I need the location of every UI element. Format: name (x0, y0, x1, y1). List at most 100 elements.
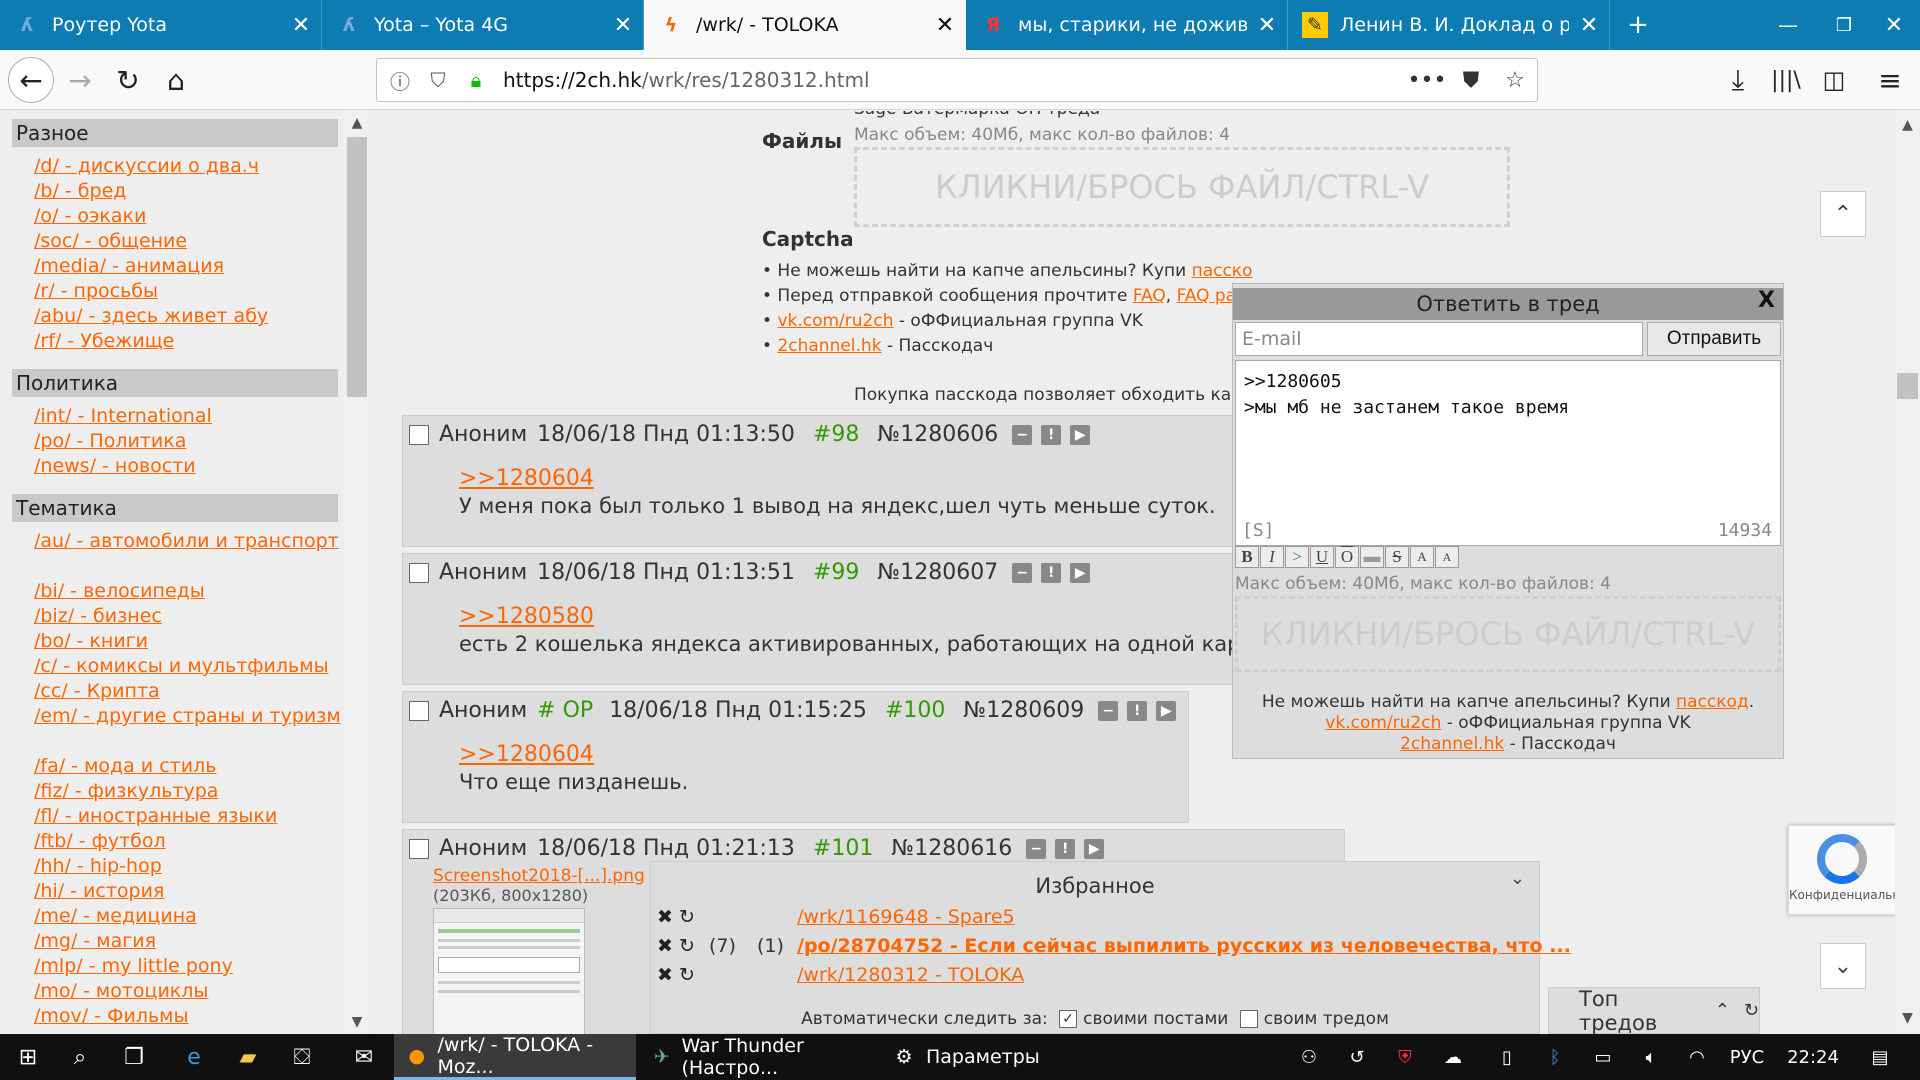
report-icon[interactable]: ! (1041, 424, 1062, 445)
language-indicator[interactable]: РУС (1722, 1034, 1772, 1080)
reply-form-title[interactable]: Ответить в тред (1233, 288, 1783, 320)
post-id[interactable]: №1280609 (963, 698, 1084, 723)
collapse-icon[interactable]: ⌄ (1510, 868, 1525, 889)
hide-post-icon[interactable]: − (1012, 562, 1033, 583)
own-thread-checkbox[interactable] (1239, 1010, 1258, 1028)
tab-yota-router[interactable]: ʎ Роутер Yota ✕ (0, 0, 322, 50)
close-tab-icon[interactable]: ✕ (603, 13, 643, 38)
sidebar-link[interactable]: /em/ - другие страны и туризм (34, 704, 344, 729)
vk-link[interactable]: vk.com/ru2ch (777, 311, 893, 331)
sidebar-link[interactable]: /mlp/ - my little pony (34, 954, 344, 979)
overline-button[interactable]: O (1335, 546, 1359, 568)
play-icon[interactable]: ▶ (1156, 700, 1177, 721)
faq-link[interactable]: FAQ (1133, 286, 1166, 306)
sidebar-link[interactable]: /me/ - медицина (34, 904, 344, 929)
pass-link[interactable]: 2channel.hk (1400, 734, 1504, 754)
scroll-bottom-button[interactable]: ⌄ (1820, 943, 1866, 989)
store-icon[interactable]: ⛋ (278, 1034, 326, 1080)
lock-icon[interactable]: 🔒︎ (461, 68, 491, 92)
bookmark-star-icon[interactable]: ☆ (1493, 68, 1537, 93)
reply-link[interactable]: >>1280604 (459, 742, 594, 767)
remove-favorite-icon[interactable]: ✖ (657, 964, 679, 986)
address-bar[interactable]: ⓘ ⛉ 🔒︎ https://2ch.hk/wrk/res/1280312.ht… (376, 58, 1538, 102)
sidebar-toggle-icon[interactable]: ◫ (1814, 60, 1854, 100)
close-tab-icon[interactable]: ✕ (281, 13, 321, 38)
report-icon[interactable]: ! (1127, 700, 1148, 721)
sidebar-link[interactable]: /au/ - автомобили и транспорт (34, 529, 344, 554)
strike-button[interactable]: S (1385, 546, 1409, 568)
scroll-down-icon[interactable]: ▼ (344, 1014, 370, 1030)
more-icon[interactable]: ••• (1405, 68, 1449, 93)
scroll-down-icon[interactable]: ▼ (1895, 1010, 1920, 1026)
scroll-up-icon[interactable]: ▲ (344, 115, 370, 131)
spoiler-button[interactable]: ▬ (1360, 546, 1384, 568)
clock[interactable]: 22:24 (1780, 1034, 1846, 1080)
sidebar-link[interactable]: /fl/ - иностранные языки (34, 804, 344, 829)
library-icon[interactable]: |||\ (1766, 60, 1806, 100)
sidebar-link[interactable]: /bi/ - велосипеды (34, 579, 344, 604)
favorite-link[interactable]: /wrk/1169648 - Spare5 (797, 906, 1015, 928)
post-options[interactable]: Sage Ватермарка ОП треда (854, 111, 1100, 119)
taskbar-app-firefox[interactable]: ● /wrk/ - TOLOKA - Moz... (394, 1034, 636, 1080)
taskbar-app-warthunder[interactable]: ✈ War Thunder (Настро... (640, 1034, 870, 1080)
sidebar-link[interactable]: /news/ - новости (34, 454, 344, 479)
pass-link[interactable]: 2channel.hk (777, 336, 881, 356)
battery-icon[interactable]: ▭ (1584, 1034, 1622, 1080)
sidebar-link[interactable]: /biz/ - бизнес (34, 604, 344, 629)
file-dropzone[interactable]: КЛИКНИ/БРОСЬ ФАЙЛ/CTRL-V (854, 147, 1510, 227)
reply-link[interactable]: >>1280604 (459, 466, 594, 491)
sidebar-link[interactable]: /mg/ - магия (34, 929, 344, 954)
scroll-top-button[interactable]: ⌃ (1820, 191, 1866, 237)
sidebar-link[interactable]: /media/ - анимация (34, 254, 344, 279)
close-window-icon[interactable]: ✕ (1866, 0, 1920, 50)
tray-app-icon[interactable]: ↺ (1338, 1034, 1376, 1080)
refresh-icon[interactable]: ↻ (679, 906, 709, 928)
usb-icon[interactable]: ▯ (1488, 1034, 1526, 1080)
sidebar-link[interactable]: /c/ - комиксы и мультфильмы (34, 654, 344, 679)
report-icon[interactable]: ! (1041, 562, 1062, 583)
sidebar-link[interactable]: /ftb/ - футбол (34, 829, 344, 854)
tab-yota-4g[interactable]: ʎ Yota – Yota 4G ✕ (322, 0, 644, 50)
people-icon[interactable]: ⚇ (1290, 1034, 1328, 1080)
hide-post-icon[interactable]: − (1098, 700, 1119, 721)
sidebar-link[interactable]: /b/ - бред (34, 179, 344, 204)
sidebar-link[interactable]: /fiz/ - физкультура (34, 779, 344, 804)
wifi-icon[interactable]: ◠ (1678, 1034, 1716, 1080)
subscript-button[interactable]: A (1435, 546, 1459, 568)
superscript-button[interactable]: A (1410, 546, 1434, 568)
sidebar-link[interactable]: /hi/ - история (34, 879, 344, 904)
email-field[interactable] (1235, 322, 1643, 356)
sidebar-link[interactable]: /r/ - просьбы (34, 279, 344, 304)
post-checkbox[interactable] (409, 424, 429, 445)
attachment-link[interactable]: Screenshot2018-[...].png (433, 866, 645, 886)
sidebar-link[interactable]: /cc/ - Крипта (34, 679, 344, 704)
refresh-icon[interactable]: ↻ (679, 964, 709, 986)
new-tab-icon[interactable]: + (1610, 0, 1666, 50)
taskbar-app-settings[interactable]: ⚙ Параметры (880, 1034, 1060, 1080)
search-icon[interactable]: ⌕ (56, 1034, 104, 1080)
pocket-icon[interactable]: ⛊ (1449, 68, 1493, 93)
scroll-up-icon[interactable]: ▲ (1895, 117, 1920, 133)
close-tab-icon[interactable]: ✕ (925, 13, 965, 38)
sidebar-link[interactable]: /o/ - оэкаки (34, 204, 344, 229)
mail-icon[interactable]: ✉ (340, 1034, 388, 1080)
sidebar-link[interactable]: /po/ - Политика (34, 429, 344, 454)
italic-button[interactable]: I (1260, 546, 1284, 568)
sidebar-link[interactable]: /mov/ - Фильмы (34, 1004, 344, 1029)
minimize-icon[interactable]: — (1760, 0, 1816, 50)
home-icon[interactable]: ⌂ (156, 60, 196, 100)
post-id[interactable]: №1280606 (877, 422, 998, 447)
tab-lenin[interactable]: ✎ Ленин В. И. Доклад о револ ✕ (1288, 0, 1610, 50)
sidebar-link[interactable]: /fa/ - мода и стиль (34, 754, 344, 779)
reply-link[interactable]: >>1280580 (459, 604, 594, 629)
post-number[interactable]: #100 (885, 698, 945, 723)
file-dropzone[interactable]: КЛИКНИ/БРОСЬ ФАЙЛ/CTRL-V (1235, 596, 1781, 672)
comment-textarea[interactable]: >>1280605 >мы мб не застанем такое время… (1235, 360, 1781, 546)
post-id[interactable]: №1280607 (877, 560, 998, 585)
post-number[interactable]: #99 (813, 560, 859, 585)
top-threads-panel[interactable]: Топ тредов ⌃ ↻ (1548, 987, 1760, 1034)
sidebar-link[interactable]: /hh/ - hip-hop (34, 854, 344, 879)
sidebar-link[interactable]: /int/ - International (34, 404, 344, 429)
refresh-icon[interactable]: ↻ (1744, 1000, 1759, 1021)
download-icon[interactable]: ⤓ (1718, 60, 1758, 100)
